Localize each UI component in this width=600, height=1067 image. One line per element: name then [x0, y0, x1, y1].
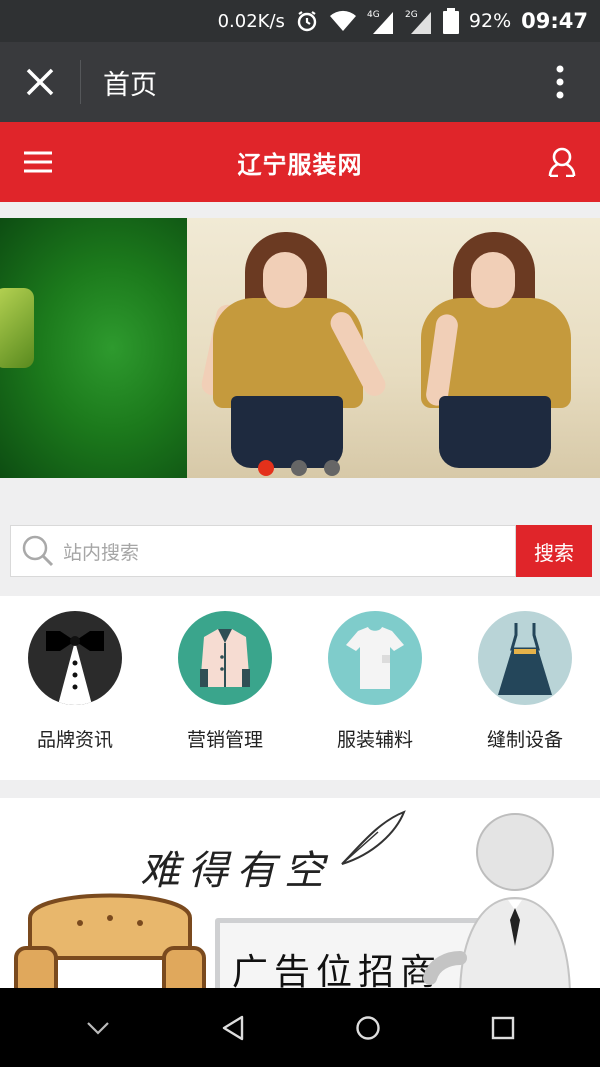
category-label: 缝制设备: [486, 729, 563, 751]
clock: 09:47: [521, 9, 588, 33]
network-speed: 0.02K/s: [217, 10, 285, 32]
category-marketing[interactable]: 营销管理: [150, 596, 300, 780]
banner-photo-left: [187, 218, 395, 478]
wifi-icon: [329, 10, 357, 32]
divider: [80, 60, 81, 104]
search-input[interactable]: 站内搜索: [10, 525, 516, 577]
person-figure-icon: [423, 813, 571, 988]
page-title: 首页: [103, 69, 157, 101]
back-triangle-icon: [222, 1015, 243, 1040]
carousel-dot-3[interactable]: [324, 460, 340, 476]
alarm-icon: [295, 9, 319, 33]
signal-4g-icon: 4G: [367, 8, 395, 34]
coat-icon: [178, 611, 272, 705]
category-label: 服装辅料: [336, 729, 413, 751]
ad-banner[interactable]: 难得有空 广告位招商: [0, 798, 600, 988]
app-bar: 首页: [0, 42, 600, 122]
banner-carousel[interactable]: [0, 218, 600, 478]
signal-4g-label: 4G: [367, 10, 380, 20]
category-label: 营销管理: [186, 729, 263, 751]
site-header: 辽宁服装网: [0, 122, 600, 202]
nav-home-button[interactable]: [338, 998, 398, 1058]
signal-2g-icon: 2G: [405, 8, 433, 34]
category-sewing-equipment[interactable]: 缝制设备: [450, 596, 600, 780]
chevron-down-icon: [86, 1021, 109, 1035]
home-circle-icon: [355, 1015, 380, 1040]
close-button[interactable]: [0, 42, 80, 122]
system-nav-bar: [0, 988, 600, 1067]
more-vert-icon: [556, 65, 564, 99]
recents-square-icon: [491, 1016, 514, 1039]
battery-icon: [442, 8, 459, 34]
carousel-dots: [258, 460, 340, 476]
hamburger-icon: [24, 151, 52, 173]
ad-board-text: 广告位招商: [232, 952, 443, 988]
banner-photo-right: [395, 218, 600, 478]
tuxedo-icon: [28, 611, 122, 705]
dress-icon: [478, 611, 572, 705]
nav-hide-button[interactable]: [68, 998, 128, 1058]
nav-back-button[interactable]: [203, 998, 263, 1058]
signal-2g-label: 2G: [405, 10, 418, 20]
nav-recents-button[interactable]: [473, 998, 533, 1058]
user-icon: [548, 147, 576, 177]
category-accessories[interactable]: 服装辅料: [300, 596, 450, 780]
search-button[interactable]: 搜索: [516, 525, 592, 577]
search-bar: 站内搜索 搜索: [10, 525, 592, 577]
category-brand-news[interactable]: 品牌资讯: [0, 596, 150, 780]
banner-slide-green: [0, 218, 187, 478]
carousel-dot-1[interactable]: [258, 460, 274, 476]
category-grid: 品牌资讯 营销管理 服装辅料 缝制设备: [0, 596, 600, 780]
site-title: 辽宁服装网: [237, 150, 363, 179]
status-bar: 0.02K/s 4G 2G 92% 09:47: [0, 0, 600, 42]
battery-level: 92%: [468, 10, 512, 32]
search-icon: [22, 535, 54, 567]
carousel-dot-2[interactable]: [291, 460, 307, 476]
close-icon: [26, 68, 54, 96]
quill-icon: [341, 810, 406, 865]
menu-button[interactable]: [18, 142, 58, 182]
search-placeholder: 站内搜索: [63, 541, 140, 564]
tshirt-icon: [328, 611, 422, 705]
user-button[interactable]: [542, 142, 582, 182]
armchair-icon: [14, 893, 206, 988]
leaf-graphic: [0, 288, 34, 368]
category-label: 品牌资讯: [36, 729, 113, 751]
more-button[interactable]: [520, 42, 600, 122]
